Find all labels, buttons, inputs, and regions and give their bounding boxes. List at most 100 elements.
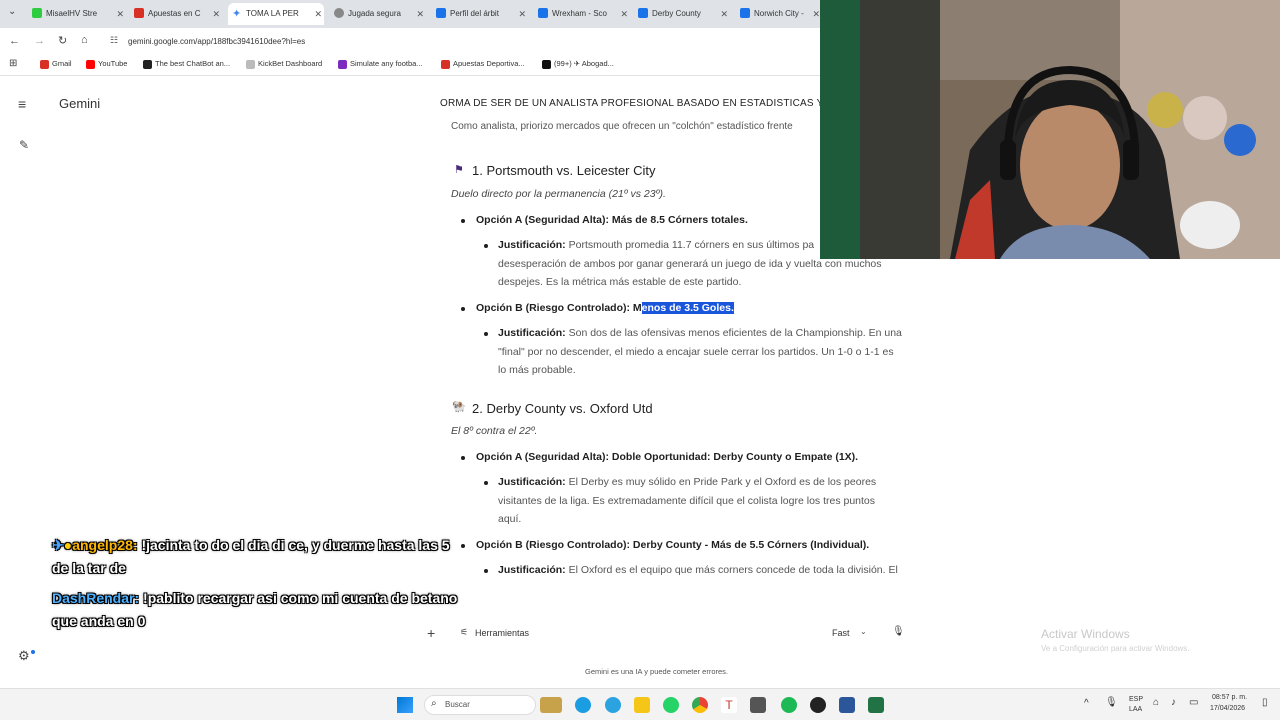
justification-line: aquí. (498, 513, 522, 525)
activate-windows-subtitle: Ve a Configuración para activar Windows. (1041, 644, 1190, 653)
match-2-heading: 2. Derby County vs. Oxford Utd (472, 401, 653, 416)
tab-6[interactable]: Derby County ✕ (634, 3, 730, 25)
close-icon[interactable]: ✕ (416, 3, 424, 25)
justification-line: "final" por no descender, el miedo a enc… (498, 345, 894, 358)
notification-icon[interactable]: ▯ (1262, 697, 1268, 708)
chat-message-1: ✈●angelp28: !jacinta to do el dia di ce,… (52, 534, 572, 580)
justification-line: visitantes de la liga. Es extremadamente… (498, 494, 876, 507)
apps-grid-icon[interactable]: ⊞ (9, 58, 17, 69)
tab-list-chevron-icon[interactable]: ⌄ (8, 6, 16, 17)
settings-icon[interactable]: ⚙ (18, 648, 30, 664)
chrome-icon[interactable] (692, 697, 708, 713)
close-icon[interactable]: ✕ (720, 3, 728, 25)
tab-5[interactable]: Wrexham - Sco ✕ (534, 3, 630, 25)
youtube-icon (86, 60, 95, 69)
close-icon[interactable]: ✕ (518, 3, 526, 25)
widget-icon[interactable] (540, 697, 562, 713)
reload-icon[interactable]: ↻ (58, 34, 67, 47)
bullet (484, 481, 488, 485)
chatbot-icon (143, 60, 152, 69)
activate-windows-title: Activar Windows (1041, 627, 1130, 641)
tab-label: Jugada segura (348, 9, 401, 18)
match-1-option-b: Opción B (Riesgo Controlado): Menos de 3… (476, 299, 734, 318)
tab-7[interactable]: Norwich City - ✕ (736, 3, 822, 25)
site-info-icon[interactable]: ☷ (110, 35, 118, 46)
windows-start-icon[interactable] (397, 697, 413, 713)
file-explorer-icon[interactable] (634, 697, 650, 713)
search-icon: ⌕ (431, 698, 437, 709)
tab-0[interactable]: MisaelHV Stre ✕ (28, 3, 126, 25)
gemini-icon: ✦ (232, 8, 242, 20)
bookmark-apuestas[interactable]: Apuestas Deportiva... (441, 59, 525, 69)
network-icon[interactable]: ⌂ (1153, 697, 1159, 708)
bookmark-youtube[interactable]: YouTube (86, 59, 128, 69)
emote-icon: ✈ (52, 537, 64, 553)
kickbet-icon (246, 60, 255, 69)
new-chat-icon[interactable]: ✎ (19, 138, 29, 152)
telegram-icon[interactable] (605, 697, 621, 713)
gemini-title: Gemini (59, 96, 101, 111)
tab-3[interactable]: Jugada segura ✕ (330, 3, 426, 25)
chevron-up-icon[interactable]: ^ (1084, 698, 1089, 709)
forward-icon[interactable]: → (34, 35, 45, 47)
bullet (484, 332, 488, 336)
taskbar-search[interactable]: ⌕ Buscar (424, 695, 536, 715)
conversation-title: ORMA DE SER DE UN ANALISTA PROFESIONAL B… (440, 98, 820, 109)
selected-text[interactable]: enos de 3.5 Goles. (641, 302, 734, 314)
match-2-subtitle: El 8º contra el 22º. (451, 425, 538, 437)
bookmark-label: (99+) ✈ Abogad... (554, 59, 614, 68)
justification-line: El Oxford es el equipo que más corners c… (568, 564, 898, 576)
tab-4[interactable]: Perfil del árbit ✕ (432, 3, 528, 25)
justification-line: Portsmouth promedia 11.7 córners en sus … (568, 239, 815, 251)
edge-icon[interactable] (575, 697, 591, 713)
microphone-icon[interactable]: 🎙 (892, 626, 905, 637)
clock-time[interactable]: 08:57 p. m. (1212, 694, 1247, 701)
disclaimer-text: Gemini es una IA y puede cometer errores… (585, 667, 728, 676)
close-icon[interactable]: ✕ (116, 3, 124, 25)
bookmark-chatbot[interactable]: The best ChatBot an... (143, 59, 230, 69)
microphone-tray-icon[interactable]: 🎙 (1105, 697, 1118, 708)
word-icon[interactable] (839, 697, 855, 713)
home-icon[interactable]: ⌂ (81, 34, 88, 46)
notification-dot-icon (31, 650, 35, 654)
tab-label: Wrexham - Sco (552, 9, 607, 18)
mode-selector[interactable]: Fast (832, 628, 850, 638)
back-icon[interactable]: ← (9, 35, 20, 47)
calculator-icon[interactable] (750, 697, 766, 713)
bookmark-simulate[interactable]: Simulate any footba... (338, 59, 423, 69)
menu-icon[interactable]: ≡ (18, 96, 26, 112)
battery-icon[interactable]: ▭ (1189, 697, 1198, 708)
chat-username: angelp28: (72, 537, 138, 553)
language-indicator[interactable]: ESP (1129, 696, 1143, 703)
webcam-image (820, 0, 1280, 259)
close-icon[interactable]: ✕ (314, 3, 322, 25)
chevron-down-icon[interactable]: ⌄ (860, 627, 867, 636)
justification-line: El Derby es muy sólido en Pride Park y e… (568, 476, 877, 488)
close-icon[interactable]: ✕ (212, 3, 220, 25)
bookmark-kickbet[interactable]: KickBet Dashboard (246, 59, 322, 69)
clock-date[interactable]: 17/04/2026 (1210, 705, 1245, 712)
app-icon[interactable] (810, 697, 826, 713)
bookmark-tiktok[interactable]: (99+) ✈ Abogad... (542, 59, 614, 69)
excel-icon[interactable] (868, 697, 884, 713)
whatsapp-icon[interactable] (663, 697, 679, 713)
tiktok-icon (542, 60, 551, 69)
justification-label: Justificación: (498, 327, 566, 339)
tab-2-active[interactable]: ✦ TOMA LA PER ✕ (228, 3, 324, 25)
language-variant: LAA (1129, 706, 1143, 713)
volume-icon[interactable]: ♪ (1171, 697, 1176, 708)
address-bar[interactable]: ☷ gemini.google.com/app/188fbc3941610dee… (104, 32, 816, 52)
tab-favicon-icon (32, 8, 42, 18)
bookmark-label: YouTube (98, 59, 128, 68)
option-text: Opción B (Riesgo Controlado): M (476, 302, 642, 314)
flag-icon: ⚑ (454, 164, 464, 176)
close-icon[interactable]: ✕ (620, 3, 628, 25)
bookmark-gmail[interactable]: Gmail (40, 59, 72, 69)
tab-1[interactable]: Apuestas en C ✕ (130, 3, 222, 25)
typora-icon[interactable]: T (721, 697, 737, 713)
close-icon[interactable]: ✕ (812, 3, 820, 25)
badge-icon: ● (63, 537, 73, 553)
bullet (461, 307, 465, 311)
tab-label: TOMA LA PER (246, 9, 299, 18)
spotify-icon[interactable] (781, 697, 797, 713)
